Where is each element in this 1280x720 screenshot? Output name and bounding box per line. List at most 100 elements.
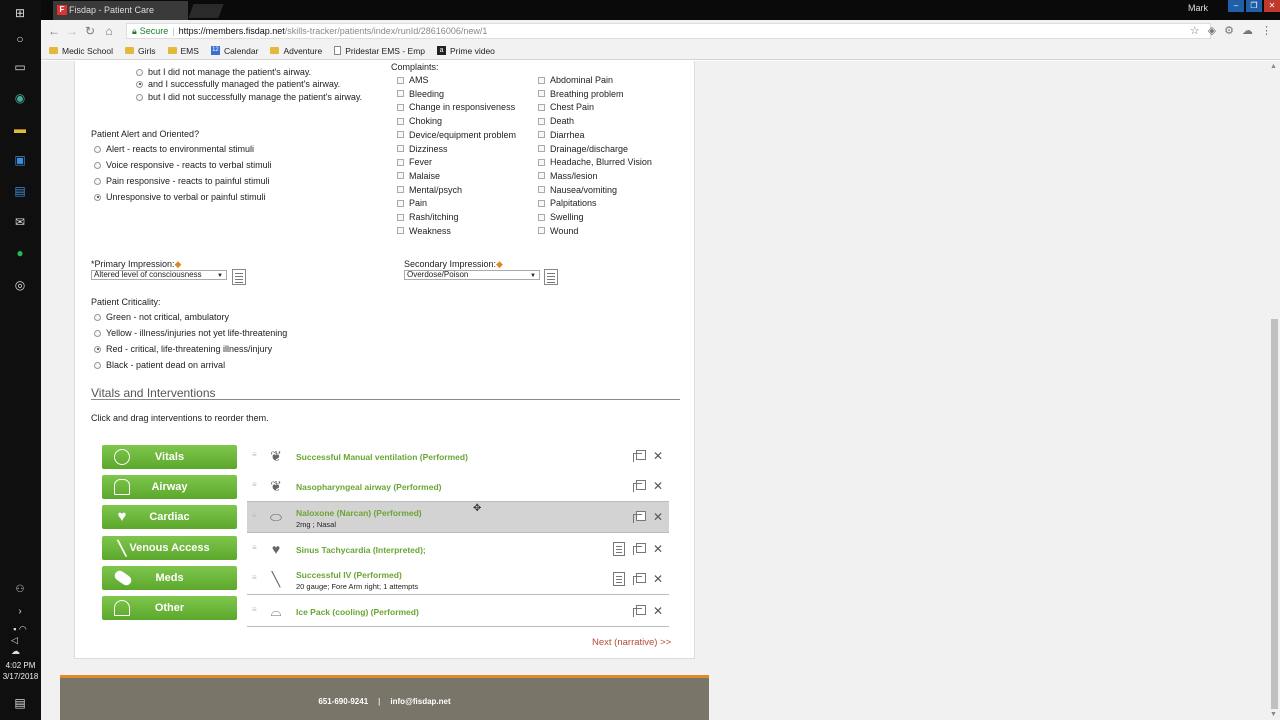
restore-icon[interactable]: ❐ bbox=[1246, 0, 1262, 12]
scroll-down-icon[interactable]: ▼ bbox=[1270, 711, 1277, 718]
checkbox[interactable] bbox=[538, 158, 545, 166]
intervention-row[interactable]: ≡ ❦ Successful Manual ventilation (Perform… bbox=[247, 441, 669, 472]
complaint-checkbox[interactable]: Diarrhea bbox=[538, 130, 585, 140]
complaint-checkbox[interactable]: Mental/psych bbox=[397, 185, 462, 195]
bookmark-prime-video[interactable]: a Prime video bbox=[437, 46, 495, 56]
profile-name[interactable]: Mark bbox=[1188, 3, 1208, 13]
checkbox[interactable] bbox=[538, 227, 545, 235]
primary-impression-select[interactable]: Altered level of consciousness ▼ bbox=[91, 270, 227, 280]
checkbox[interactable] bbox=[397, 172, 404, 180]
checkbox[interactable] bbox=[397, 117, 404, 125]
complaint-checkbox[interactable]: Bleeding bbox=[397, 89, 444, 99]
chrome-icon[interactable]: ◉ bbox=[11, 89, 29, 107]
intervention-row[interactable]: ≡ ❦ Nasopharyngeal airway (Performed) ✕ bbox=[247, 471, 669, 502]
drag-handle-icon[interactable]: ≡ bbox=[252, 574, 260, 582]
bookmark-girls[interactable]: Girls bbox=[125, 46, 156, 56]
forward-icon[interactable]: → bbox=[65, 24, 79, 38]
delete-icon[interactable]: ✕ bbox=[652, 605, 664, 617]
intervention-row[interactable]: ≡ ♥ Sinus Tachycardia (Interpreted); ✕ bbox=[247, 534, 669, 565]
checkbox[interactable] bbox=[538, 90, 545, 98]
complaint-checkbox[interactable]: Chest Pain bbox=[538, 102, 594, 112]
copy-icon[interactable] bbox=[633, 605, 646, 617]
radio-button[interactable] bbox=[94, 345, 101, 353]
complaint-checkbox[interactable]: Dizziness bbox=[397, 144, 448, 154]
criticality-option-black[interactable]: Black - patient dead on arrival bbox=[94, 360, 225, 370]
cardiac-button[interactable]: ♥ Cardiac bbox=[102, 505, 237, 529]
drag-handle-icon[interactable]: ≡ bbox=[252, 512, 260, 520]
bookmark-star-icon[interactable]: ☆ bbox=[1190, 24, 1200, 37]
radio-button[interactable] bbox=[94, 161, 101, 169]
bookmark-ems[interactable]: EMS bbox=[167, 46, 199, 56]
venous-access-button[interactable]: ╲ Venous Access bbox=[102, 536, 237, 560]
extension-settings-icon[interactable]: ⚙ bbox=[1224, 24, 1234, 37]
checkbox[interactable] bbox=[538, 186, 545, 194]
clock-date[interactable]: 3/17/2018 bbox=[0, 671, 41, 682]
bookmark-medic-school[interactable]: Medic School bbox=[49, 46, 113, 56]
radio-button[interactable] bbox=[94, 313, 101, 321]
app-circle-icon[interactable]: ◎ bbox=[11, 276, 29, 294]
copy-icon[interactable] bbox=[633, 573, 646, 585]
complaint-checkbox[interactable]: Headache, Blurred Vision bbox=[538, 157, 652, 167]
complaint-checkbox[interactable]: Breathing problem bbox=[538, 89, 624, 99]
checkbox[interactable] bbox=[538, 103, 545, 111]
criticality-option-red[interactable]: Red - critical, life-threatening illness… bbox=[94, 344, 272, 354]
complaint-checkbox[interactable]: Malaise bbox=[397, 171, 440, 181]
notifications-icon[interactable]: ▤ bbox=[11, 694, 29, 712]
browser-tab-active[interactable]: F Fisdap - Patient Care bbox=[53, 1, 188, 20]
checkbox[interactable] bbox=[538, 172, 545, 180]
app-icon[interactable]: ▤ bbox=[11, 182, 29, 200]
complaint-checkbox[interactable]: Weakness bbox=[397, 226, 451, 236]
notes-icon[interactable] bbox=[613, 542, 625, 556]
primary-impression-list-icon[interactable] bbox=[232, 269, 246, 285]
alert-option-pain[interactable]: Pain responsive - reacts to painful stim… bbox=[94, 176, 270, 186]
clock-time[interactable]: 4:02 PM bbox=[0, 660, 41, 671]
scroll-up-icon[interactable]: ▲ bbox=[1270, 63, 1277, 70]
intervention-title[interactable]: Sinus Tachycardia (Interpreted); bbox=[296, 545, 426, 555]
bookmark-pridestar[interactable]: Pridestar EMS - Emp bbox=[334, 46, 425, 56]
radio-button[interactable] bbox=[136, 93, 143, 101]
intervention-row[interactable]: ≡ ╲ Successful IV (Performed) 20 gauge; For… bbox=[247, 564, 669, 595]
delete-icon[interactable]: ✕ bbox=[652, 543, 664, 555]
copy-icon[interactable] bbox=[633, 480, 646, 492]
intervention-title[interactable]: Successful IV (Performed) bbox=[296, 570, 402, 580]
airway-option-3[interactable]: but I did not successfully manage the pa… bbox=[136, 92, 362, 102]
copy-icon[interactable] bbox=[633, 450, 646, 462]
complaint-checkbox[interactable]: Change in responsiveness bbox=[397, 102, 515, 112]
address-bar[interactable]: 🔒︎ Secure | https://members.fisdap.net/skil… bbox=[126, 23, 1211, 39]
radio-button[interactable] bbox=[136, 68, 143, 76]
checkbox[interactable] bbox=[397, 227, 404, 235]
cloud-icon[interactable]: ☁ bbox=[1242, 24, 1253, 37]
next-narrative-link[interactable]: Next (narrative) >> bbox=[592, 637, 671, 648]
checkbox[interactable] bbox=[397, 131, 404, 139]
complaint-checkbox[interactable]: Abdominal Pain bbox=[538, 75, 613, 85]
back-icon[interactable]: ← bbox=[47, 24, 61, 38]
radio-button[interactable] bbox=[94, 177, 101, 185]
delete-icon[interactable]: ✕ bbox=[652, 573, 664, 585]
people-icon[interactable]: ⚇ bbox=[11, 580, 29, 598]
drag-handle-icon[interactable]: ≡ bbox=[252, 451, 260, 459]
secondary-impression-select[interactable]: Overdose/Poison ▼ bbox=[404, 270, 540, 280]
drag-handle-icon[interactable]: ≡ bbox=[252, 606, 260, 614]
checkbox[interactable] bbox=[397, 103, 404, 111]
complaint-checkbox[interactable]: Palpitations bbox=[538, 198, 597, 208]
checkbox[interactable] bbox=[538, 117, 545, 125]
alert-option-voice[interactable]: Voice responsive - reacts to verbal stim… bbox=[94, 160, 272, 170]
footer-email[interactable]: info@fisdap.net bbox=[390, 697, 450, 706]
task-view-icon[interactable]: ▭ bbox=[11, 58, 29, 76]
complaint-checkbox[interactable]: AMS bbox=[397, 75, 429, 85]
airway-button[interactable]: Airway bbox=[102, 475, 237, 499]
checkbox[interactable] bbox=[538, 213, 545, 221]
extension-icon[interactable]: ◈ bbox=[1208, 24, 1216, 37]
intervention-title[interactable]: Ice Pack (cooling) (Performed) bbox=[296, 607, 419, 617]
checkbox[interactable] bbox=[397, 76, 404, 84]
menu-icon[interactable]: ⋮ bbox=[1261, 24, 1272, 37]
secondary-impression-list-icon[interactable] bbox=[544, 269, 558, 285]
checkbox[interactable] bbox=[397, 186, 404, 194]
volume-icon[interactable]: ◁ ☁ bbox=[11, 635, 29, 656]
checkbox[interactable] bbox=[538, 199, 545, 207]
file-explorer-icon[interactable]: ▬ bbox=[11, 120, 29, 138]
complaint-checkbox[interactable]: Fever bbox=[397, 157, 432, 167]
intervention-title[interactable]: Naloxone (Narcan) (Performed) bbox=[296, 508, 422, 518]
delete-icon[interactable]: ✕ bbox=[652, 480, 664, 492]
complaint-checkbox[interactable]: Swelling bbox=[538, 212, 584, 222]
